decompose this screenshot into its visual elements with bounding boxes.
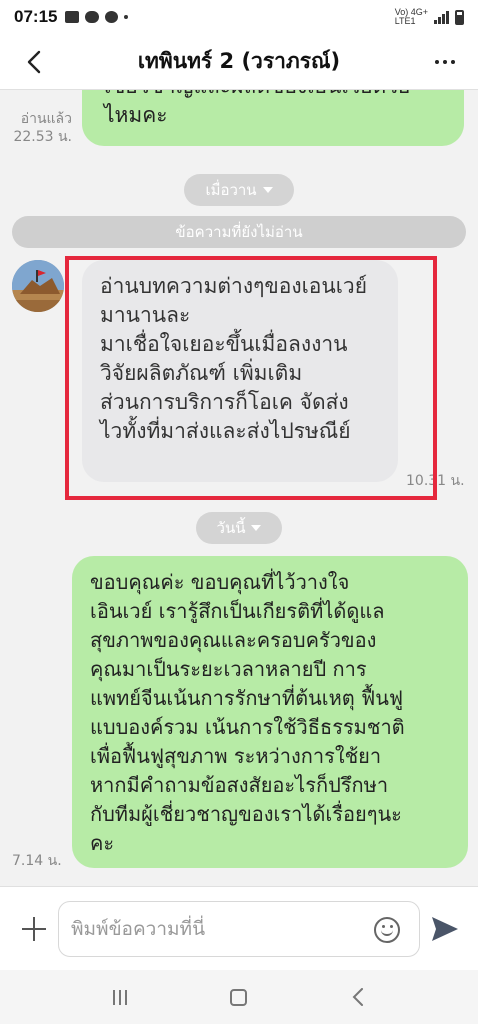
read-receipt: อ่านแล้ว 22.53 น. bbox=[4, 110, 72, 146]
recent-apps-icon bbox=[112, 989, 127, 1005]
chat-header: เทพินทร์ 2 (วราภรณ์) bbox=[0, 34, 478, 90]
back-button[interactable] bbox=[18, 46, 50, 78]
message-text-line: ขอบคุณค่ะ ขอบคุณที่ไว้วางใจ bbox=[90, 570, 350, 594]
date-label: เมื่อวาน bbox=[205, 181, 257, 199]
message-text-line: กับทีมผู้เชี่ยวชาญของเราได้เรื่อยๆนะ bbox=[90, 802, 402, 826]
avatar-image bbox=[12, 260, 64, 312]
date-divider-today[interactable]: วันนี้ bbox=[196, 512, 282, 544]
signal-icon bbox=[434, 10, 449, 24]
outgoing-message-bubble[interactable]: ขอบคุณค่ะ ขอบคุณที่ไว้วางใจ เอินเวย์ เรา… bbox=[72, 556, 468, 868]
home-icon bbox=[230, 988, 248, 1006]
gallery-icon bbox=[65, 11, 80, 23]
chevron-left-icon bbox=[352, 988, 364, 1006]
message-text-line: วิจัยผลิตภัณฑ์ เพิ่มเติม bbox=[100, 361, 303, 385]
message-text-line: เพื่อฟื้นฟูสุขภาพ ระหว่างการใช้ยา bbox=[90, 744, 382, 768]
message-time: 7.14 น. bbox=[12, 853, 62, 869]
status-right: Vo) 4G+ LTE1 bbox=[395, 8, 464, 26]
message-text-line: ไหมคะ bbox=[104, 103, 168, 127]
message-text-line: สุขภาพของคุณและครอบครัวของ bbox=[90, 628, 377, 652]
plus-icon[interactable] bbox=[20, 915, 48, 943]
avatar[interactable] bbox=[12, 260, 64, 312]
smiley-icon[interactable] bbox=[374, 917, 400, 943]
message-text-line: เชี่ยวชาญและผลิตของเอนเวย์ด้วย bbox=[104, 90, 442, 101]
message-time: 22.53 น. bbox=[13, 129, 72, 145]
cloud-icon bbox=[85, 11, 100, 23]
message-input-bar bbox=[0, 886, 478, 970]
outgoing-message-bubble[interactable]: เชี่ยวชาญและผลิตของเอนเวย์ด้วย ไหมคะ bbox=[82, 90, 464, 146]
message-text-line: มานานละ bbox=[100, 303, 191, 327]
sync-icon bbox=[105, 11, 119, 23]
message-input[interactable] bbox=[58, 901, 420, 957]
date-label: วันนี้ bbox=[216, 519, 246, 537]
message-text-line: อ่านบทความต่างๆของเอนเวย์ bbox=[100, 274, 368, 298]
recent-apps-button[interactable] bbox=[100, 977, 140, 1017]
status-time: 07:15 bbox=[14, 7, 58, 26]
chevron-left-icon bbox=[27, 50, 41, 74]
read-label: อ่านแล้ว bbox=[20, 111, 72, 127]
notification-dot-icon bbox=[124, 15, 129, 19]
chat-area[interactable]: เชี่ยวชาญและผลิตของเอนเวย์ด้วย ไหมคะ อ่า… bbox=[0, 90, 478, 886]
message-text-line: มาเชื่อใจเยอะขึ้นเมื่อลงงาน bbox=[100, 332, 348, 356]
message-text-line: หากมีคำถามข้อสงสัยอะไรก็ปรึกษา bbox=[90, 773, 389, 797]
message-text-line: ไวทั้งที่มาส่งและส่งไปรษณีย์ bbox=[100, 419, 351, 443]
send-icon[interactable] bbox=[430, 915, 460, 943]
more-horizontal-icon bbox=[435, 60, 439, 64]
chevron-down-icon bbox=[251, 525, 262, 531]
unread-divider: ข้อความที่ยังไม่อ่าน bbox=[12, 216, 466, 248]
more-options-button[interactable] bbox=[428, 46, 462, 78]
message-text-line: คะ bbox=[90, 831, 115, 855]
message-text-line: แบบองค์รวม เน้นการใช้วิธีธรรมชาติ bbox=[90, 715, 405, 739]
chat-title: เทพินทร์ 2 (วราภรณ์) bbox=[137, 49, 341, 73]
message-text-line: คุณมาเป็นระยะเวลาหลายปี การ bbox=[90, 657, 367, 681]
network-sublabel: LTE1 bbox=[394, 16, 416, 26]
date-divider-yesterday[interactable]: เมื่อวาน bbox=[184, 174, 294, 206]
message-text-line: แพทย์จีนเน้นการรักษาที่ต้นเหตุ ฟื้นฟู bbox=[90, 686, 404, 710]
system-back-button[interactable] bbox=[338, 977, 378, 1017]
message-text-line: ส่วนการบริการก็โอเค จัดส่ง bbox=[100, 390, 349, 414]
incoming-message-bubble[interactable]: อ่านบทความต่างๆของเอนเวย์ มานานละ มาเชื่… bbox=[82, 260, 398, 482]
status-icons bbox=[65, 11, 129, 23]
chevron-down-icon bbox=[262, 187, 273, 193]
system-nav-bar bbox=[0, 970, 478, 1024]
message-text-line: เอินเวย์ เรารู้สึกเป็นเกียรติที่ได้ดูแล bbox=[90, 599, 385, 623]
message-time: 10.31 น. bbox=[406, 473, 465, 489]
battery-icon bbox=[455, 9, 464, 25]
status-bar: 07:15 Vo) 4G+ LTE1 bbox=[0, 0, 478, 34]
home-button[interactable] bbox=[219, 977, 259, 1017]
